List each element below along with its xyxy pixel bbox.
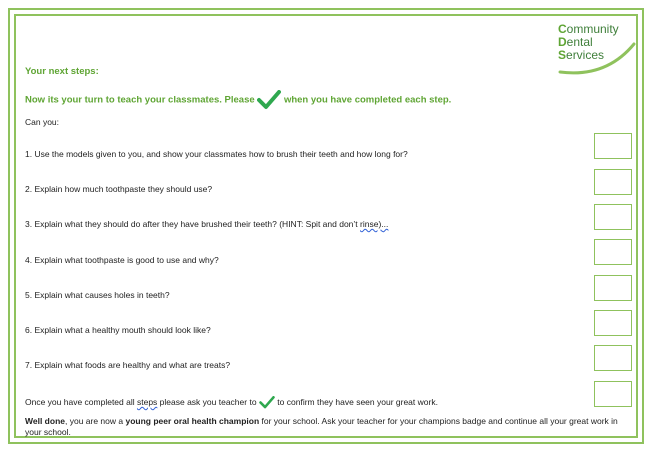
step-4-checkbox[interactable] bbox=[594, 239, 632, 265]
logo-swoosh-icon bbox=[558, 42, 636, 75]
step-6-checkbox[interactable] bbox=[594, 310, 632, 336]
step-3: 3. Explain what they should do after the… bbox=[25, 219, 389, 229]
step-4: 4. Explain what toothpaste is good to us… bbox=[25, 255, 219, 265]
community-dental-services-logo: Community Dental Services bbox=[558, 20, 638, 78]
confirm-line: Once you have completed all steps please… bbox=[25, 396, 438, 409]
step-1-checkbox[interactable] bbox=[594, 133, 632, 159]
step-1: 1. Use the models given to you, and show… bbox=[25, 149, 408, 159]
small-checkmark-icon bbox=[259, 396, 275, 409]
can-you-label: Can you: bbox=[25, 117, 60, 127]
checkmark-icon bbox=[257, 90, 282, 109]
step-3-checkbox[interactable] bbox=[594, 204, 632, 230]
final-paragraph: Well done, you are now a young peer oral… bbox=[25, 416, 618, 437]
step-6: 6. Explain what a healthy mouth should l… bbox=[25, 325, 211, 335]
teacher-confirm-checkbox[interactable] bbox=[594, 381, 632, 407]
confirm-steps-word: steps bbox=[136, 396, 158, 407]
step-7: 7. Explain what foods are healthy and wh… bbox=[25, 360, 231, 370]
instruction-line: Now its your turn to teach your classmat… bbox=[25, 90, 451, 110]
instruction-before: Now its your turn to teach your classmat… bbox=[25, 94, 255, 106]
step-5: 5. Explain what causes holes in teeth? bbox=[25, 290, 170, 300]
instruction-after: when you have completed each step. bbox=[283, 94, 452, 106]
step-5-checkbox[interactable] bbox=[594, 275, 632, 301]
step-2: 2. Explain how much toothpaste they shou… bbox=[25, 184, 213, 194]
step-2-checkbox[interactable] bbox=[594, 169, 632, 195]
step-7-checkbox[interactable] bbox=[594, 345, 632, 371]
step-3-tail: rinse) bbox=[360, 219, 382, 229]
page-heading: Your next steps: bbox=[25, 66, 99, 77]
